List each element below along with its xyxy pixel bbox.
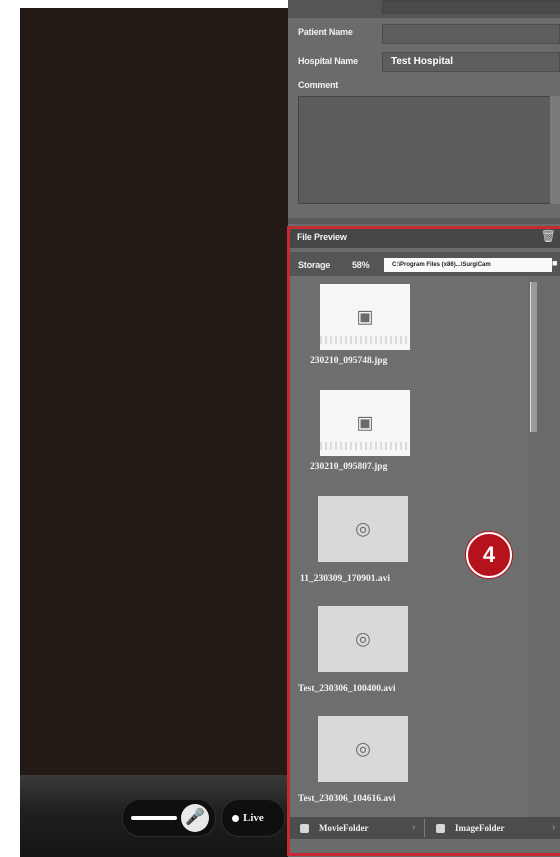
- file-thumbnail[interactable]: ▣: [320, 390, 410, 456]
- chevron-right-icon: ›: [412, 822, 416, 833]
- hospital-name-input[interactable]: Test Hospital: [382, 52, 560, 72]
- live-dot-icon: [232, 814, 239, 822]
- file-thumbnail[interactable]: ◎: [318, 496, 408, 562]
- file-name: 230210_095748.jpg: [310, 356, 388, 366]
- file-item[interactable]: ◎ Test_230306_104616.avi: [298, 716, 428, 806]
- comment-scrollbar[interactable]: [550, 96, 560, 204]
- file-preview-header: File Preview 🗑: [288, 226, 560, 248]
- image-folder-label: ImageFolder: [455, 823, 505, 833]
- live-label: Live: [243, 812, 264, 824]
- patient-name-label: Patient Name: [298, 27, 353, 37]
- scrollbar-thumb[interactable]: [530, 282, 537, 432]
- folder-icon[interactable]: ■: [552, 258, 560, 268]
- file-item[interactable]: ◎ Test_230306_100400.avi: [298, 606, 428, 696]
- section-divider: [288, 218, 560, 224]
- mic-volume-control[interactable]: 🎤: [122, 799, 216, 837]
- tab-divider: [424, 819, 425, 837]
- file-thumbnail[interactable]: ◎: [318, 716, 408, 782]
- camera-icon: ▣: [356, 412, 374, 433]
- file-name: Test_230306_104616.avi: [298, 794, 396, 804]
- callout-badge: 4: [466, 532, 512, 578]
- trash-icon[interactable]: 🗑: [541, 229, 556, 243]
- file-item[interactable]: ▣ 230210_095807.jpg: [300, 390, 430, 480]
- file-thumbnail[interactable]: ◎: [318, 606, 408, 672]
- file-name: 230210_095807.jpg: [310, 462, 388, 472]
- file-preview-title: File Preview: [297, 232, 347, 242]
- live-view-area: 🎤 Live: [20, 8, 288, 857]
- play-icon: ◎: [355, 518, 371, 539]
- hospital-name-label: Hospital Name: [298, 56, 358, 66]
- image-folder-tab[interactable]: ImageFolder: [436, 817, 505, 839]
- comment-textarea[interactable]: [298, 96, 552, 204]
- file-item[interactable]: ▣ 230210_095748.jpg: [300, 284, 430, 374]
- chevron-right-icon: ›: [552, 822, 556, 833]
- comment-label: Comment: [298, 80, 339, 90]
- movie-folder-label: MovieFolder: [319, 823, 369, 833]
- info-panel: Patient Name Hospital Name Test Hospital…: [288, 0, 560, 857]
- play-icon: ◎: [355, 628, 371, 649]
- microphone-icon[interactable]: 🎤: [181, 804, 209, 832]
- file-item[interactable]: ◎ 11_230309_170901.avi: [300, 496, 430, 586]
- volume-slider[interactable]: [131, 816, 177, 820]
- top-field-strip: [288, 0, 560, 18]
- file-list-scrollbar[interactable]: [528, 282, 560, 817]
- folder-tab-bar: MovieFolder › ImageFolder ›: [288, 817, 560, 839]
- movie-folder-tab[interactable]: MovieFolder: [300, 817, 368, 839]
- file-name: 11_230309_170901.avi: [300, 574, 390, 584]
- play-icon: ◎: [355, 738, 371, 759]
- camera-icon: ▣: [356, 306, 374, 327]
- live-button[interactable]: Live: [221, 799, 285, 837]
- file-name: Test_230306_100400.avi: [298, 684, 396, 694]
- file-thumbnail[interactable]: ▣: [320, 284, 410, 350]
- storage-label: Storage: [298, 260, 331, 270]
- top-field[interactable]: [382, 0, 560, 14]
- control-bar: 🎤 Live: [20, 775, 288, 857]
- storage-path-field[interactable]: C:\Program Files (x86)...\SurgiCam: [384, 258, 552, 272]
- storage-percent: 58%: [352, 260, 370, 270]
- movie-folder-icon: [300, 824, 309, 834]
- patient-name-input[interactable]: [382, 24, 560, 44]
- camera-folder-icon: [436, 824, 445, 834]
